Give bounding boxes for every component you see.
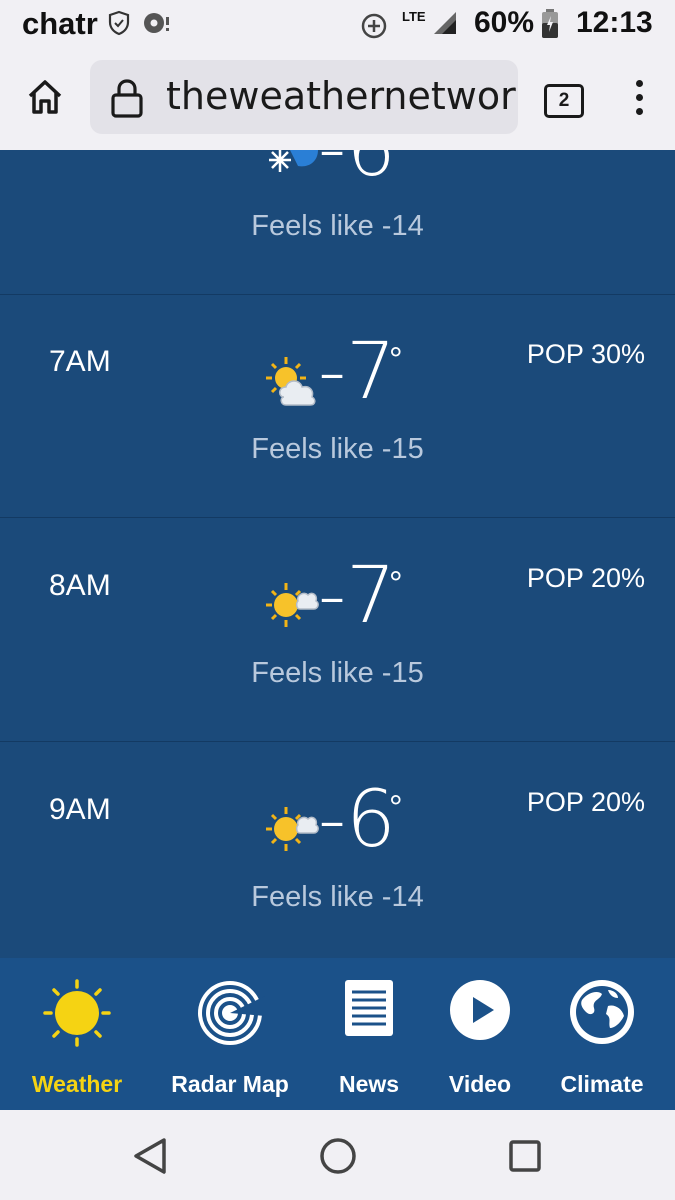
play-icon <box>448 978 512 1047</box>
network-type: LTE <box>402 9 426 24</box>
partly-cloudy-icon <box>264 355 322 412</box>
feels-like: Feels like -15 <box>251 657 424 689</box>
temperature: -6 <box>318 150 396 188</box>
lock-icon[interactable] <box>110 78 144 123</box>
news-icon <box>343 978 395 1043</box>
nav-climate-label: Climate <box>560 1071 644 1097</box>
nav-video[interactable]: Video <box>432 958 528 1110</box>
radar-icon <box>195 978 265 1053</box>
nav-news-label: News <box>338 1071 400 1097</box>
nav-climate[interactable]: Climate <box>548 958 656 1110</box>
battery-icon <box>541 9 559 44</box>
system-navigation-bar <box>0 1110 675 1200</box>
nav-weather[interactable]: Weather <box>18 958 136 1110</box>
hourly-row[interactable]: 8AM -7 ° POP 20% Feels like -15 <box>0 517 675 742</box>
nav-radar-label: Radar Map <box>171 1071 289 1097</box>
hour-label: 8AM <box>49 569 111 602</box>
degree-symbol: ° <box>389 341 403 379</box>
mostly-sunny-icon <box>264 579 322 636</box>
nav-news[interactable]: News <box>320 958 418 1110</box>
precipitation-probability: POP 20% <box>526 787 645 817</box>
degree-symbol: ° <box>389 789 403 827</box>
signal-icon <box>432 10 458 41</box>
snow-icon <box>264 150 320 187</box>
hourly-forecast-list: -6 Feels like -14 7AM -7 ° POP 30% Feels… <box>0 150 675 958</box>
hour-label: 9AM <box>49 793 111 826</box>
home-icon[interactable] <box>26 78 64 121</box>
recents-icon[interactable] <box>508 1139 542 1178</box>
clock: 12:13 <box>576 6 653 39</box>
degree-symbol: ° <box>389 565 403 603</box>
hour-label: 7AM <box>49 345 111 378</box>
nav-weather-label: Weather <box>31 1071 123 1097</box>
browser-toolbar: theweathernetwork.com 2 <box>0 50 675 150</box>
globe-icon <box>568 978 636 1051</box>
back-icon[interactable] <box>132 1136 168 1181</box>
url-text[interactable]: theweathernetwork.com <box>166 74 518 118</box>
nav-radar-map[interactable]: Radar Map <box>160 958 300 1110</box>
battery-percent: 60% <box>474 6 535 39</box>
home-button-icon[interactable] <box>319 1137 357 1180</box>
temperature: -6 <box>318 775 396 865</box>
data-saver-icon <box>142 10 172 41</box>
hourly-row[interactable]: 9AM -6 ° POP 20% Feels like -14 <box>0 741 675 958</box>
temperature: -7 <box>318 551 396 641</box>
precipitation-probability: POP 30% <box>526 339 645 369</box>
shield-icon <box>108 10 130 41</box>
feels-like: Feels like -15 <box>251 433 424 465</box>
hourly-row[interactable]: 7AM -7 ° POP 30% Feels like -15 <box>0 293 675 518</box>
mostly-sunny-icon <box>264 803 322 860</box>
feels-like: Feels like -14 <box>251 210 424 242</box>
feels-like: Feels like -14 <box>251 881 424 913</box>
data-saver-plus-icon <box>360 12 388 45</box>
status-bar: chatr LTE 60% 12:13 <box>0 0 675 50</box>
hourly-row[interactable]: -6 Feels like -14 <box>0 150 675 295</box>
bottom-navigation: Weather Radar Map News Video Climate <box>0 958 675 1110</box>
nav-video-label: Video <box>448 1071 512 1097</box>
tab-switcher-button[interactable]: 2 <box>544 84 584 118</box>
precipitation-probability: POP 20% <box>526 563 645 593</box>
url-bar[interactable]: theweathernetwork.com <box>90 60 518 134</box>
carrier-name: chatr <box>22 6 98 41</box>
sun-icon <box>42 978 112 1053</box>
temperature: -7 <box>318 327 396 417</box>
overflow-menu-icon[interactable] <box>636 80 644 122</box>
